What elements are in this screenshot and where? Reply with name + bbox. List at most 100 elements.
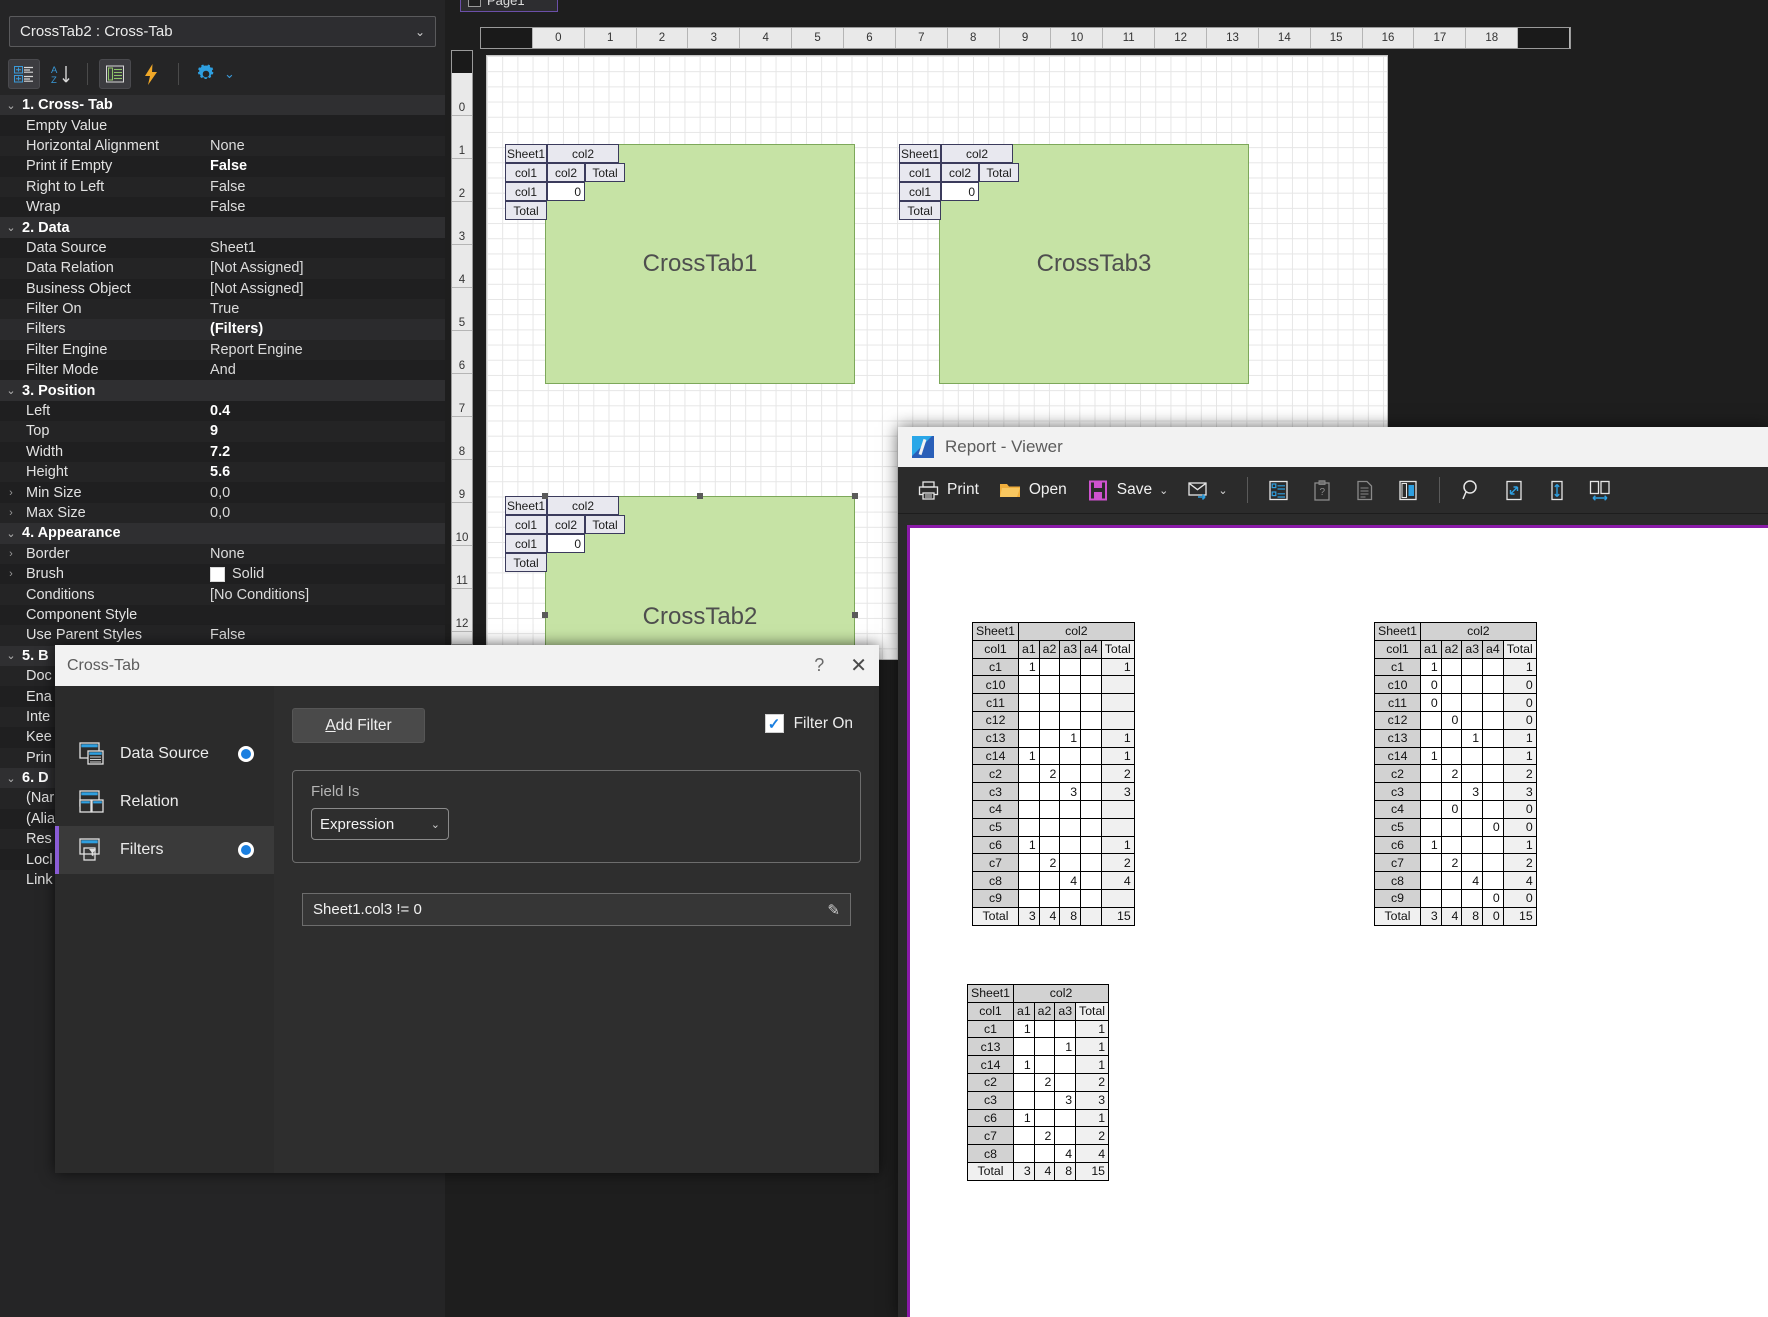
object-selector-combo[interactable]: CrossTab2 : Cross-Tab ⌄ [9,16,436,47]
property-value[interactable]: False [207,158,445,174]
property-group-header[interactable]: ⌄ 4. Appearance [0,523,445,544]
chevron-down-icon-2[interactable]: ⌄ [1218,484,1227,497]
property-value[interactable]: 0,0 [207,485,445,501]
property-row[interactable]: › Brush Solid [0,563,445,585]
filter-on-toggle[interactable]: ✓ Filter On [764,714,853,733]
crosstab-2-row-header[interactable]: col1 [505,515,547,534]
property-value[interactable]: False [207,627,445,643]
property-value[interactable]: [No Conditions] [207,587,445,603]
expander-icon[interactable]: ⌄ [0,99,22,112]
nav-radio-filters[interactable] [238,842,254,858]
property-row[interactable]: Width 7.2 [0,441,445,463]
property-row[interactable]: Filters (Filters) [0,319,445,340]
crosstab-1-corner[interactable]: Sheet1 [505,144,547,163]
chevron-down-icon[interactable]: ⌄ [1159,484,1168,497]
parameters-panel-button[interactable]: ? [1302,474,1342,506]
crosstab3-report[interactable]: Sheet1 col2 col1 a1 a2 a3 a4 Total c1 1 1 c10 0 0 c11 0… [1374,622,1537,926]
property-row[interactable]: › Border None [0,543,445,564]
property-row[interactable]: Business Object [Not Assigned] [0,278,445,299]
help-icon[interactable]: ? [814,655,824,676]
property-row[interactable]: Data Relation [Not Assigned] [0,258,445,279]
resize-handle-mr[interactable] [852,612,858,618]
property-group-header[interactable]: ⌄ 1. Cross- Tab [0,95,445,116]
property-row[interactable]: › Min Size 0,0 [0,482,445,503]
open-button[interactable]: Open [990,474,1075,506]
resize-handle-tc[interactable] [697,493,703,499]
property-value[interactable]: 0.4 [207,403,445,419]
crosstab-3-col-group[interactable]: col2 [941,144,1013,163]
property-value[interactable]: 7.2 [207,444,445,460]
nav-radio-data-source[interactable] [238,746,254,762]
bookmarks-panel-button[interactable] [1259,474,1299,506]
page-view-button[interactable] [1345,474,1385,506]
crosstab-1-row-total[interactable]: Total [505,201,547,220]
crosstab-2-row-total[interactable]: Total [505,553,547,572]
expander-icon[interactable]: ⌄ [0,527,22,540]
crosstab1-report[interactable]: Sheet1 col2 col1 a1 a2 a3 a4 Total c1 1 1 c10 c11 c12… [972,622,1135,926]
crosstab-3-corner[interactable]: Sheet1 [899,144,941,163]
expression-input[interactable]: Sheet1.col3 != 0 ✎ [302,893,851,926]
categorized-view-button[interactable] [8,59,40,89]
property-value[interactable]: [Not Assigned] [207,281,445,297]
send-email-button[interactable]: ⌄ [1179,474,1235,506]
property-row[interactable]: Print if Empty False [0,156,445,177]
property-row[interactable]: Height 5.6 [0,462,445,483]
property-row[interactable]: Empty Value [0,115,445,136]
property-row[interactable]: Filter Engine Report Engine [0,339,445,361]
property-group-header[interactable]: ⌄ 2. Data [0,217,445,238]
property-row[interactable]: Top 9 [0,421,445,442]
property-value[interactable]: (Filters) [207,321,445,337]
condition-type-select[interactable]: Expression ⌄ [311,808,449,840]
resize-handle-tr[interactable] [852,493,858,499]
crosstab-2-col-header[interactable]: col2 [547,515,585,534]
settings-button[interactable] [190,59,222,89]
expander-icon[interactable]: › [0,507,22,519]
page-tab[interactable]: Page1 [460,0,558,12]
resize-handle-ml[interactable] [542,612,548,618]
property-value[interactable]: True [207,301,445,317]
property-row[interactable]: Horizontal Alignment None [0,135,445,157]
crosstab-3-row-header[interactable]: col1 [899,163,941,182]
crosstab-2-corner[interactable]: Sheet1 [505,496,547,515]
property-value[interactable]: 5.6 [207,464,445,480]
events-button[interactable] [135,59,167,89]
resize-handle-tl[interactable] [542,493,548,499]
crosstab-2-row-label[interactable]: col1 [505,534,547,553]
alphabetical-sort-button[interactable]: A Z [44,59,76,89]
property-value[interactable]: 9 [207,423,445,439]
page-tab-checkbox-icon[interactable] [468,0,481,7]
property-row[interactable]: Filter On True [0,298,445,320]
pencil-icon[interactable]: ✎ [827,901,840,919]
crosstab-1-col-header[interactable]: col2 [547,163,585,182]
property-row[interactable]: Filter Mode And [0,360,445,381]
crosstab-2-value[interactable]: 0 [547,534,585,553]
property-row[interactable]: › Max Size 0,0 [0,502,445,524]
settings-chevron-down-icon[interactable]: ⌄ [224,66,235,82]
zoom-two-pages-button[interactable] [1580,474,1620,506]
property-value[interactable]: False [207,179,445,195]
print-button[interactable]: Print [908,474,987,506]
dialog-titlebar[interactable]: Cross-Tab ? ✕ [55,645,879,686]
save-button[interactable]: Save ⌄ [1078,474,1177,506]
crosstab-1-row-label[interactable]: col1 [505,182,547,201]
nav-item-data-source[interactable]: Data Source [55,730,274,778]
property-value[interactable]: And [207,362,445,378]
expander-icon[interactable]: ⌄ [0,221,22,234]
property-value[interactable]: False [207,199,445,215]
property-row[interactable]: Wrap False [0,196,445,218]
crosstab-1-value[interactable]: 0 [547,182,585,201]
crosstab-2-col-total[interactable]: Total [585,515,625,534]
color-swatch[interactable] [210,566,225,582]
nav-item-relation[interactable]: Relation [55,778,274,826]
viewer-page-canvas[interactable]: Sheet1 col2 col1 a1 a2 a3 a4 Total c1 1 1 c10 c11 c12… [907,525,1768,1317]
close-icon[interactable]: ✕ [850,653,867,678]
zoom-page-width-button[interactable] [1494,474,1534,506]
property-row[interactable]: Left 0.4 [0,400,445,422]
property-row[interactable]: Data Source Sheet1 [0,237,445,259]
filter-on-checkbox-icon[interactable]: ✓ [764,714,784,733]
expander-icon[interactable]: › [0,568,22,580]
crosstab-2-col-group[interactable]: col2 [547,496,619,515]
property-row[interactable]: Component Style [0,604,445,626]
property-value[interactable]: Report Engine [207,342,445,358]
property-value[interactable]: [Not Assigned] [207,260,445,276]
